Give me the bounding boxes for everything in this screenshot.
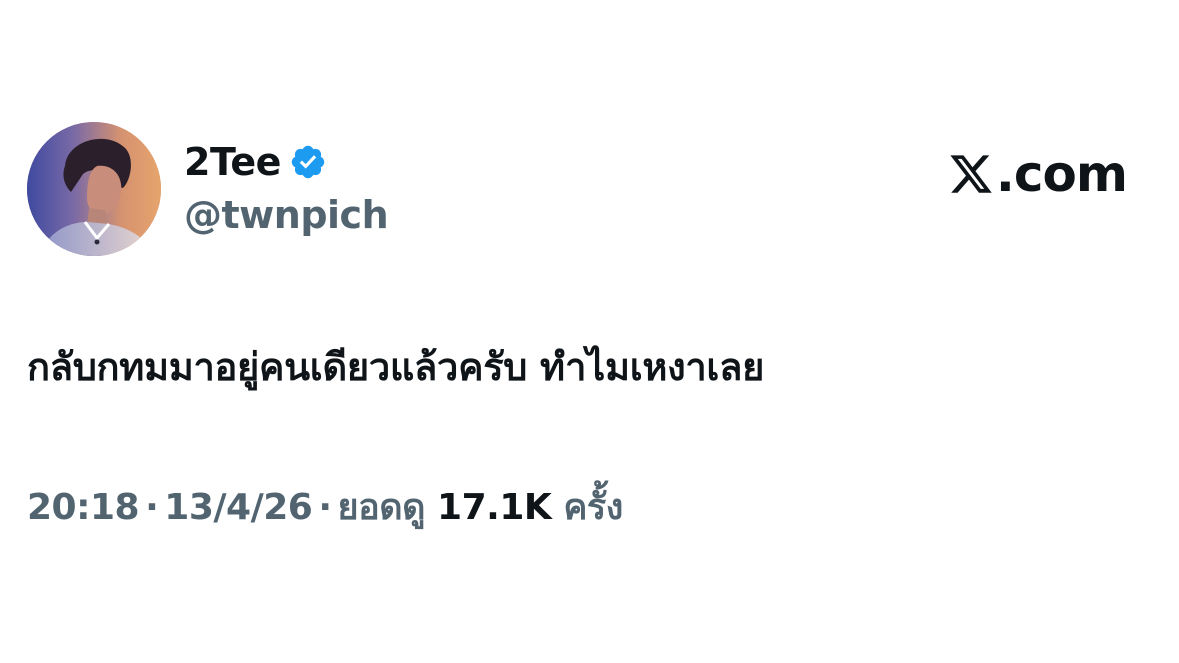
tweet-meta: 20:18 · 13/4/26 · ยอดดู 17.1K ครั้ง	[27, 480, 623, 536]
author-name-row: 2Tee	[184, 139, 327, 185]
site-label: .com	[995, 145, 1128, 203]
tweet-date[interactable]: 13/4/26	[164, 487, 313, 528]
tweet-text: กลับกทมมาอยู่คนเดียวแล้วครับ ทำไมเหงาเลย	[27, 345, 765, 389]
views-suffix: ครั้ง	[563, 487, 623, 528]
meta-separator: ·	[145, 487, 159, 528]
views-count[interactable]: 17.1K	[437, 487, 552, 528]
site-watermark: .com	[948, 145, 1128, 203]
meta-separator: ·	[318, 487, 332, 528]
tweet-card: 2Tee @twnpich .com กลับกทมมาอยู่คนเดียวแ…	[0, 0, 1179, 663]
tweet-time[interactable]: 20:18	[27, 487, 140, 528]
profile-photo	[27, 122, 161, 256]
avatar[interactable]	[27, 122, 161, 256]
x-logo-icon	[950, 155, 992, 193]
display-name[interactable]: 2Tee	[184, 139, 281, 185]
verified-badge-icon	[289, 143, 327, 181]
author-handle[interactable]: @twnpich	[184, 192, 389, 238]
views-prefix: ยอดดู	[337, 487, 426, 528]
